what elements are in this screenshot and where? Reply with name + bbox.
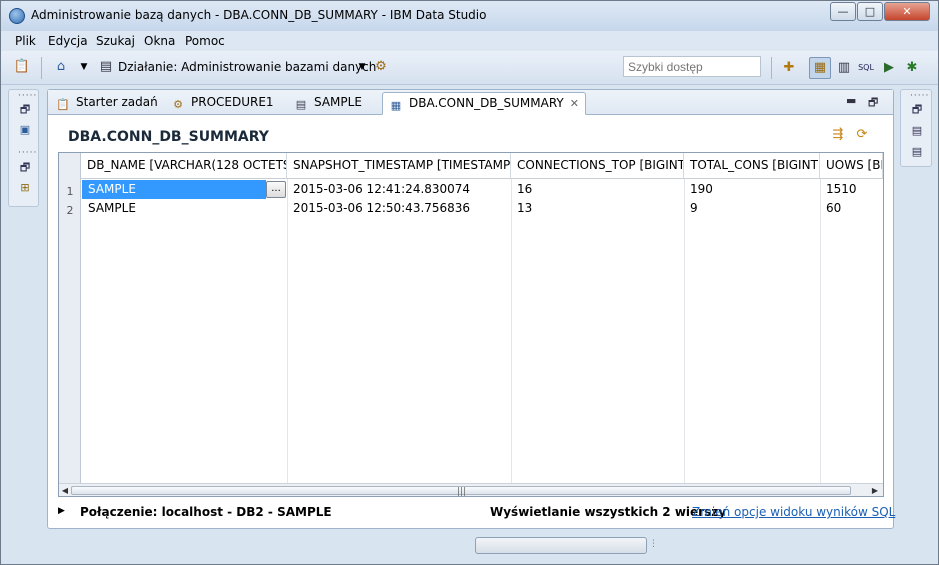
cell-edit-ellipsis-button[interactable]: ...: [266, 181, 286, 198]
data-source-explorer-icon[interactable]: ▣: [17, 122, 33, 138]
minimize-editor-icon[interactable]: ▬: [846, 94, 856, 107]
expand-triangle-icon[interactable]: ▶: [58, 506, 65, 516]
tab-label: PROCEDURE1: [191, 95, 274, 109]
open-perspective-icon[interactable]: ✚: [780, 59, 798, 77]
table-icon: ▦: [390, 99, 402, 112]
maximize-editor-icon[interactable]: 🗗: [868, 94, 878, 113]
table-cell[interactable]: 190: [684, 180, 820, 199]
close-button[interactable]: ✕: [884, 2, 930, 21]
row-number[interactable]: 1: [59, 182, 81, 201]
sql-perspective-icon[interactable]: SQL: [857, 59, 875, 77]
scrollbar-thumb[interactable]: |||: [71, 486, 851, 497]
chevron-down-icon[interactable]: ▼: [75, 58, 93, 76]
table-cell[interactable]: 16: [511, 180, 684, 199]
debug-perspective-icon[interactable]: ✱: [903, 59, 921, 77]
restore-icon[interactable]: 🗗: [17, 102, 33, 118]
restore-icon[interactable]: 🗗: [17, 160, 33, 176]
progress-grip-icon[interactable]: ⋮: [649, 539, 658, 549]
drag-handle[interactable]: ·····: [18, 91, 37, 101]
table-cell[interactable]: 2015-03-06 12:41:24.830074: [287, 180, 511, 199]
tab-label: DBA.CONN_DB_SUMMARY: [409, 96, 564, 110]
scroll-right-icon[interactable]: ▶: [869, 484, 881, 496]
tab-label: SAMPLE: [314, 95, 362, 109]
column-divider: [287, 179, 288, 483]
change-sql-results-options-link[interactable]: Zmień opcje widoku wyników SQL: [692, 505, 895, 519]
output-view-icon[interactable]: ▤: [909, 144, 925, 160]
admin-perspective-icon[interactable]: ▦: [809, 57, 831, 79]
horizontal-scrollbar[interactable]: ◀ ||| ▶: [59, 483, 883, 497]
table-cell[interactable]: 60: [820, 199, 883, 218]
window-title: Administrowanie bazą danych - DBA.CONN_D…: [31, 8, 487, 22]
column-divider: [511, 179, 512, 483]
connection-status: Połączenie: localhost - DB2 - SAMPLE: [80, 505, 332, 519]
column-header-total-cons[interactable]: TOTAL_CONS [BIGINT]: [684, 153, 820, 179]
table-cell[interactable]: 9: [684, 199, 820, 218]
menu-help[interactable]: Pomoc: [185, 34, 225, 48]
ibm-data-studio-icon: [9, 8, 25, 24]
task-launcher-icon[interactable]: 📋: [13, 58, 31, 76]
main-toolbar: 📋 ⌂ ▼ ▤ Działanie: Administrowanie bazam…: [1, 51, 938, 85]
title-bar: Administrowanie bazą danych - DBA.CONN_D…: [1, 1, 938, 31]
tab-label: Starter zadań: [76, 95, 158, 109]
table-cell[interactable]: 13: [511, 199, 684, 218]
grip-icon: |||: [457, 487, 467, 497]
row-number[interactable]: 2: [59, 201, 81, 220]
outline-view-icon[interactable]: ▤: [909, 123, 925, 139]
column-header-snapshot-timestamp[interactable]: SNAPSHOT_TIMESTAMP [TIMESTAMP]: [287, 153, 511, 179]
quick-access-input[interactable]: [623, 56, 761, 77]
home-icon[interactable]: ⌂: [52, 58, 70, 76]
task-starter-icon: 📋: [56, 98, 70, 111]
properties-view-icon[interactable]: ⊞: [17, 180, 33, 196]
action-settings-icon[interactable]: ⚙: [372, 58, 390, 76]
minimize-button[interactable]: —: [830, 2, 856, 21]
restore-icon[interactable]: 🗗: [909, 102, 925, 118]
editor-tab-bar: 📋 Starter zadań ⚙ PROCEDURE1 ▤ SAMPLE ▦ DBA.…: [48, 90, 893, 115]
column-divider: [820, 179, 821, 483]
filter-rows-icon[interactable]: ⇶: [829, 127, 847, 145]
menu-bar: Plik Edycja Szukaj Okna Pomoc: [1, 31, 938, 51]
toolbar-separator: [41, 57, 42, 79]
left-trim-stack: ····· 🗗 ▣ ····· 🗗 ⊞: [8, 89, 39, 207]
progress-bar: [475, 537, 647, 554]
menu-search[interactable]: Szukaj: [96, 34, 135, 48]
drag-handle[interactable]: ·····: [18, 148, 37, 158]
action-label[interactable]: Działanie: Administrowanie bazami danych: [118, 60, 376, 74]
database-icon: ▤: [295, 98, 307, 111]
close-tab-icon[interactable]: ✕: [570, 97, 579, 110]
app-window: Administrowanie bazą danych - DBA.CONN_D…: [0, 0, 939, 565]
menu-file[interactable]: Plik: [15, 34, 36, 48]
action-dropdown-icon[interactable]: ▼: [353, 58, 371, 76]
result-status-bar: ▶ Połączenie: localhost - DB2 - SAMPLE W…: [58, 503, 895, 523]
tab-conn-db-summary[interactable]: ▦ DBA.CONN_DB_SUMMARY ✕: [382, 92, 586, 115]
editor-area: 📋 Starter zadań ⚙ PROCEDURE1 ▤ SAMPLE ▦ DBA.…: [47, 89, 895, 529]
table-cell[interactable]: SAMPLE: [82, 199, 287, 218]
tab-task-starter[interactable]: 📋 Starter zadań: [50, 92, 164, 115]
table-cell[interactable]: 1510: [820, 180, 883, 199]
column-header-uows[interactable]: UOWS [BIGINT]: [820, 153, 883, 179]
scroll-left-icon[interactable]: ◀: [59, 484, 71, 496]
toolbar-separator: [771, 57, 772, 79]
right-trim-stack: ····· 🗗 ▤ ▤: [900, 89, 932, 167]
procedure-icon: ⚙: [173, 98, 183, 111]
column-header-db-name[interactable]: DB_NAME [VARCHAR(128 OCTETS)]: [81, 153, 287, 179]
table-cell-selected[interactable]: SAMPLE: [82, 180, 266, 199]
action-icon: ▤: [99, 59, 113, 74]
menu-edit[interactable]: Edycja: [48, 34, 88, 48]
refresh-icon[interactable]: ⟳: [853, 127, 871, 145]
maximize-button[interactable]: □: [857, 2, 883, 21]
data-perspective-icon[interactable]: ▥: [835, 59, 853, 77]
row-count-status: Wyświetlanie wszystkich 2 wierszy: [490, 505, 727, 519]
tab-sample[interactable]: ▤ SAMPLE: [288, 92, 368, 115]
drag-handle[interactable]: ·····: [910, 91, 929, 101]
menu-window[interactable]: Okna: [144, 34, 175, 48]
column-header-connections-top[interactable]: CONNECTIONS_TOP [BIGINT]: [511, 153, 684, 179]
run-perspective-icon[interactable]: ▶: [880, 59, 898, 77]
table-cell[interactable]: 2015-03-06 12:50:43.756836: [287, 199, 511, 218]
tab-procedure1[interactable]: ⚙ PROCEDURE1: [165, 92, 280, 115]
results-grid: 1 2 DB_NAME [VARCHAR(128 OCTETS)] SNAPSH…: [58, 152, 884, 497]
column-divider: [684, 179, 685, 483]
editor-title: DBA.CONN_DB_SUMMARY: [68, 129, 269, 145]
